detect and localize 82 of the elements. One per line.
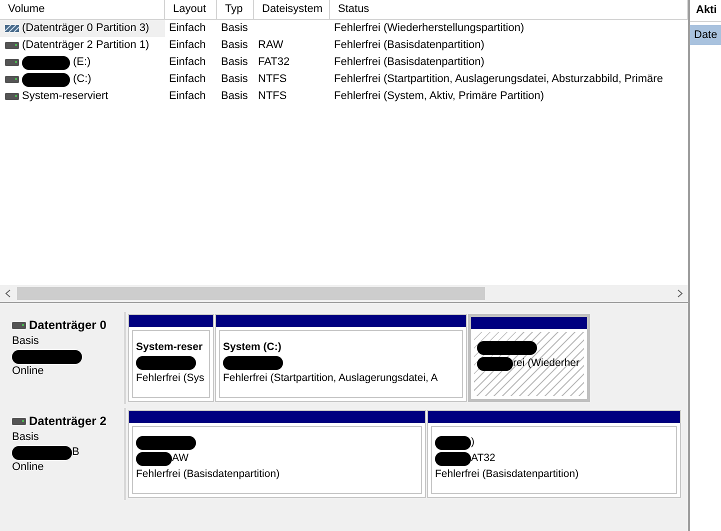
table-cell: Einfach <box>169 22 206 34</box>
table-cell: Fehlerfrei (Basisdatenpartition) <box>334 56 484 68</box>
partition-info: rei (Wiederher <box>513 356 580 372</box>
redaction-mark <box>22 72 70 86</box>
partition-block[interactable]: System-reser Fehlerfrei (Sys <box>128 314 214 402</box>
redaction-mark <box>435 436 471 450</box>
column-header[interactable]: Status <box>330 0 688 19</box>
partition-info: ) <box>471 435 474 450</box>
partition-block[interactable]: System (C:) Fehlerfrei (Startpartition, Auslagerungsdatei, A <box>215 314 467 402</box>
redaction-mark <box>435 452 471 466</box>
redaction-mark <box>223 356 283 370</box>
action-item[interactable]: Date <box>690 25 721 45</box>
partition-title: System-reser <box>136 340 204 355</box>
table-cell: Einfach <box>169 90 206 102</box>
column-header[interactable]: Layout <box>165 0 217 19</box>
partition-info: Fehlerfrei (Sys <box>136 371 204 386</box>
volume-name: (Datenträger 2 Partition 1) <box>22 38 150 54</box>
column-header[interactable]: Volume <box>0 0 165 19</box>
disk-label-panel[interactable]: Datenträger 2 Basis B Online <box>4 408 126 500</box>
table-cell: NTFS <box>258 90 287 102</box>
table-cell: NTFS <box>258 73 287 86</box>
list-row-item[interactable]: (C:) <box>0 71 165 88</box>
table-cell: FAT32 <box>258 56 290 68</box>
table-cell: Einfach <box>169 56 206 68</box>
table-cell: Basis <box>221 22 248 34</box>
drive-icon <box>5 42 19 49</box>
horizontal-scrollbar[interactable] <box>0 285 688 302</box>
redaction-mark <box>477 357 513 371</box>
disk-info: Basis <box>12 334 39 350</box>
column-header[interactable]: Dateisystem <box>254 0 330 19</box>
table-cell: Basis <box>221 56 248 68</box>
partition-block[interactable]: AW Fehlerfrei (Basisdatenpartition) <box>128 410 426 498</box>
partition-block[interactable]: ) AT32 Fehlerfrei (Basisdatenpartition) <box>427 410 681 498</box>
drive-icon <box>5 76 19 83</box>
scrollbar-thumb[interactable] <box>17 287 485 300</box>
table-cell: RAW <box>258 39 284 52</box>
redaction-mark <box>12 446 72 460</box>
list-row-item[interactable]: (Datenträger 0 Partition 3) <box>0 20 165 37</box>
partition-title: System (C:) <box>223 340 282 355</box>
drive-icon <box>12 418 26 424</box>
redaction-mark <box>477 341 537 355</box>
volume-name: (Datenträger 0 Partition 3) <box>22 21 150 36</box>
partition-block[interactable]: rei (Wiederher <box>468 314 590 402</box>
actions-header: Akti <box>690 0 721 22</box>
hatched-drive-icon <box>5 25 19 32</box>
partition-info: Fehlerfrei (Basisdatenpartition) <box>435 467 579 482</box>
disk-info: B <box>72 445 80 460</box>
table-cell: Fehlerfrei (Startpartition, Auslagerungsdatei, Absturzabbild, Primäre <box>334 73 663 86</box>
drive-icon <box>5 59 19 66</box>
table-cell: Basis <box>221 73 248 86</box>
redaction-mark <box>22 56 70 70</box>
volume-name: (C:) <box>73 72 92 88</box>
partition-info: Fehlerfrei (Basisdatenpartition) <box>136 467 280 482</box>
table-cell: Basis <box>221 90 248 102</box>
table-cell: Einfach <box>169 73 206 86</box>
drive-icon <box>12 322 26 328</box>
splitter-bar[interactable] <box>0 302 688 312</box>
drive-icon <box>5 93 19 100</box>
table-cell: Fehlerfrei (Basisdatenpartition) <box>334 39 484 52</box>
list-row-item[interactable]: (E:) <box>0 54 165 71</box>
column-header[interactable]: Typ <box>217 0 254 19</box>
redaction-mark <box>12 350 82 364</box>
volume-name: System-reserviert <box>22 89 108 104</box>
table-cell: Einfach <box>169 39 206 52</box>
disk-info: Basis <box>12 430 39 446</box>
partition-info: AW <box>172 451 189 466</box>
disk-info: Online <box>12 364 44 380</box>
list-row-item[interactable]: (Datenträger 2 Partition 1) <box>0 37 165 54</box>
redaction-mark <box>136 452 172 466</box>
disk-name: Datenträger 2 <box>29 413 106 430</box>
disk-name: Datenträger 0 <box>29 317 106 334</box>
redaction-mark <box>136 436 196 450</box>
partition-info: Fehlerfrei (Startpartition, Auslagerungsdatei, A <box>223 371 438 386</box>
volume-name: (E:) <box>73 55 91 70</box>
table-cell: Basis <box>221 39 248 52</box>
disk-label-panel[interactable]: Datenträger 0 Basis Online <box>4 312 126 404</box>
table-cell: Fehlerfrei (System, Aktiv, Primäre Partition) <box>334 90 544 102</box>
list-row-item[interactable]: System-reserviert <box>0 88 165 105</box>
table-cell: Fehlerfrei (Wiederherstellungspartition) <box>334 22 524 34</box>
redaction-mark <box>136 356 196 370</box>
disk-info: Online <box>12 460 44 476</box>
partition-info: AT32 <box>471 451 496 466</box>
